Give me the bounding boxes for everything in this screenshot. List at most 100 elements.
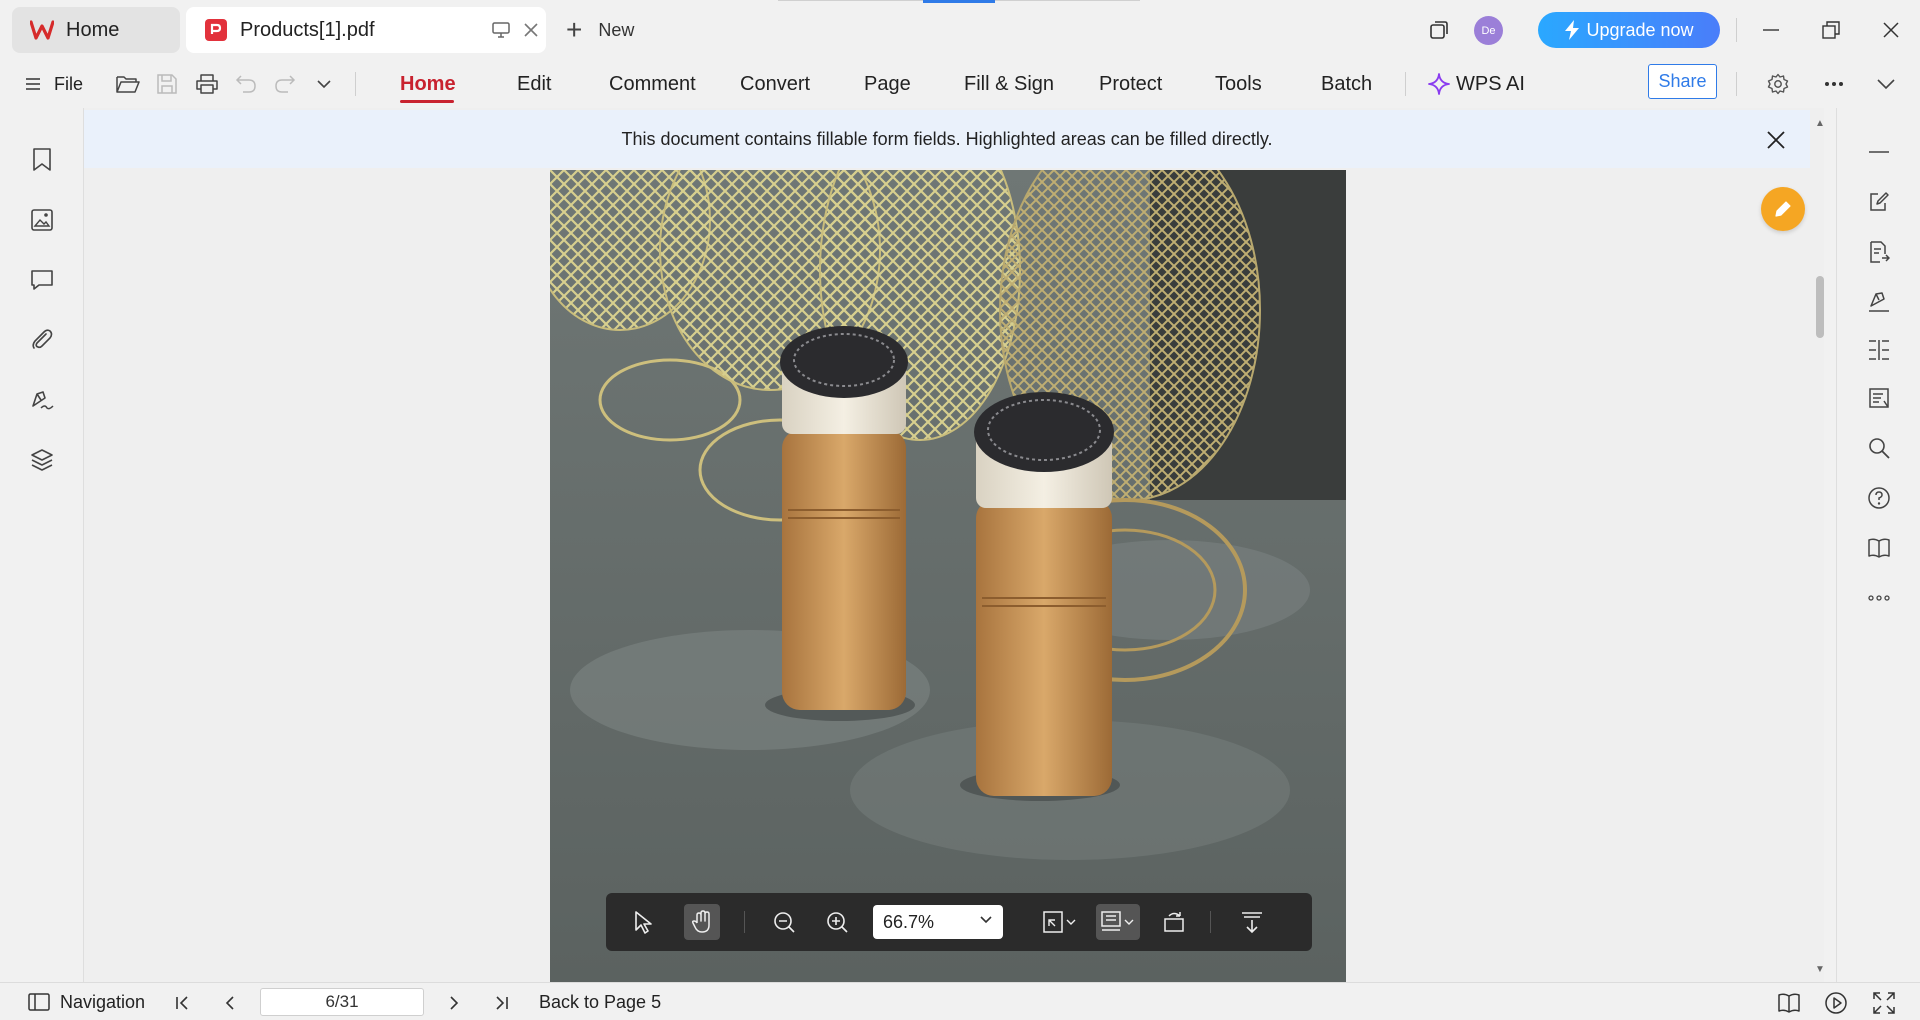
back-to-page-link[interactable]: Back to Page 5	[539, 991, 661, 1013]
zoom-level-select[interactable]: 66.7%	[873, 905, 1003, 939]
menu-edit[interactable]: Edit	[517, 70, 551, 98]
crop-page-icon[interactable]	[1865, 384, 1893, 412]
select-cursor-icon[interactable]	[626, 904, 662, 940]
menu-home[interactable]: Home	[400, 70, 456, 98]
edit-document-icon[interactable]	[1865, 188, 1893, 216]
menu-batch[interactable]: Batch	[1321, 70, 1372, 98]
save-icon[interactable]	[153, 70, 181, 98]
reading-mode-icon[interactable]	[1776, 991, 1802, 1015]
lightning-icon	[1565, 20, 1580, 40]
attachment-icon[interactable]	[28, 326, 56, 354]
page-layout-icon[interactable]	[1096, 904, 1140, 940]
fit-page-icon[interactable]	[1040, 904, 1080, 940]
notice-text: This document contains fillable form fie…	[621, 128, 1273, 149]
new-tab-label: New	[598, 19, 635, 40]
edit-pencil-button[interactable]	[1761, 187, 1805, 231]
menu-page[interactable]: Page	[864, 70, 911, 98]
convert-document-icon[interactable]	[1865, 238, 1893, 266]
scroll-up-arrow-icon[interactable]: ▲	[1812, 118, 1828, 134]
minimize-icon[interactable]	[1756, 12, 1786, 48]
panel-icon	[28, 993, 50, 1011]
more-tools-icon[interactable]	[1865, 584, 1893, 612]
print-icon[interactable]	[193, 70, 221, 98]
rotate-page-icon[interactable]	[1156, 904, 1192, 940]
right-sidebar	[1836, 108, 1920, 982]
comment-icon[interactable]	[28, 266, 56, 294]
active-menu-underline	[400, 100, 454, 103]
file-menu[interactable]: File	[26, 70, 83, 98]
zoom-in-icon[interactable]	[819, 904, 855, 940]
hand-tool-icon[interactable]	[684, 904, 720, 940]
scroll-down-arrow-icon[interactable]: ▼	[1812, 964, 1828, 980]
signature-pen-icon[interactable]	[28, 386, 56, 414]
new-tab-button[interactable]: + New	[566, 12, 634, 48]
hamburger-icon	[26, 78, 40, 90]
top-scroll-indicator	[923, 0, 995, 3]
menu-protect[interactable]: Protect	[1099, 70, 1162, 98]
monitor-icon[interactable]	[486, 22, 516, 38]
divider	[355, 72, 356, 96]
menu-comment[interactable]: Comment	[609, 70, 696, 98]
redo-icon[interactable]	[271, 70, 299, 98]
first-page-icon[interactable]	[170, 991, 194, 1015]
close-notice-icon[interactable]	[1762, 126, 1790, 154]
top-divider	[995, 0, 1140, 1]
close-window-icon[interactable]	[1876, 12, 1906, 48]
ribbon: File Home Edit Comment Convert Page Fill…	[0, 58, 1920, 108]
menu-fill-sign[interactable]: Fill & Sign	[964, 70, 1054, 98]
pencil-icon	[1775, 201, 1791, 217]
divider	[1736, 18, 1737, 42]
fullscreen-icon[interactable]	[1871, 991, 1897, 1015]
menu-tools[interactable]: Tools	[1215, 70, 1262, 98]
navigation-label: Navigation	[60, 991, 146, 1012]
divider	[1736, 72, 1737, 96]
bookmark-icon[interactable]	[28, 146, 56, 174]
chevron-down-icon[interactable]	[310, 70, 338, 98]
vertical-scrollbar[interactable]: ▲ ▼	[1812, 118, 1828, 980]
pdf-file-icon	[204, 18, 228, 42]
search-icon[interactable]	[1865, 434, 1893, 462]
thumbnail-icon[interactable]	[28, 206, 56, 234]
open-folder-icon[interactable]	[114, 70, 142, 98]
previous-page-icon[interactable]	[218, 991, 242, 1015]
page-number-input[interactable]: 6/31	[260, 988, 424, 1016]
tab-home[interactable]: Home	[12, 7, 180, 53]
collapse-panel-icon[interactable]	[1865, 138, 1893, 166]
zoom-value: 66.7%	[883, 911, 935, 932]
close-tab-icon[interactable]	[516, 23, 546, 37]
undo-icon[interactable]	[232, 70, 260, 98]
zoom-out-icon[interactable]	[766, 904, 802, 940]
window-layout-icon[interactable]	[1424, 12, 1454, 48]
settings-gear-icon[interactable]	[1764, 70, 1792, 98]
floating-view-toolbar: 66.7%	[606, 893, 1312, 951]
book-guide-icon[interactable]	[1865, 534, 1893, 562]
tab-products-pdf[interactable]: Products[1].pdf	[186, 7, 546, 53]
menu-convert[interactable]: Convert	[740, 70, 810, 98]
next-page-icon[interactable]	[442, 991, 466, 1015]
collapse-ribbon-icon[interactable]	[1872, 70, 1900, 98]
scroll-mode-icon[interactable]	[1234, 904, 1270, 940]
chevron-down-icon	[980, 916, 992, 924]
upgrade-now-button[interactable]: Upgrade now	[1538, 12, 1720, 48]
scroll-thumb[interactable]	[1816, 276, 1824, 338]
avatar[interactable]: De	[1474, 16, 1503, 45]
plus-icon: +	[566, 14, 583, 45]
last-page-icon[interactable]	[490, 991, 514, 1015]
left-sidebar	[0, 108, 84, 982]
navigation-toggle[interactable]: Navigation	[28, 991, 145, 1013]
restore-icon[interactable]	[1816, 12, 1846, 48]
help-icon[interactable]	[1865, 484, 1893, 512]
more-options-icon[interactable]	[1820, 70, 1848, 98]
share-button[interactable]: Share	[1648, 64, 1717, 99]
layers-icon[interactable]	[28, 446, 56, 474]
tab-label: Home	[66, 18, 120, 41]
wps-logo-icon	[30, 18, 54, 42]
divider	[1405, 72, 1406, 96]
play-slideshow-icon[interactable]	[1823, 991, 1849, 1015]
wps-ai-button[interactable]: WPS AI	[1428, 70, 1525, 98]
compare-columns-icon[interactable]	[1865, 336, 1893, 364]
title-bar: Home Products[1].pdf + New De Upgrade no…	[0, 0, 1920, 58]
wps-ai-label: WPS AI	[1456, 72, 1525, 95]
sparkle-icon	[1428, 73, 1450, 95]
sign-pen-icon[interactable]	[1865, 288, 1893, 316]
